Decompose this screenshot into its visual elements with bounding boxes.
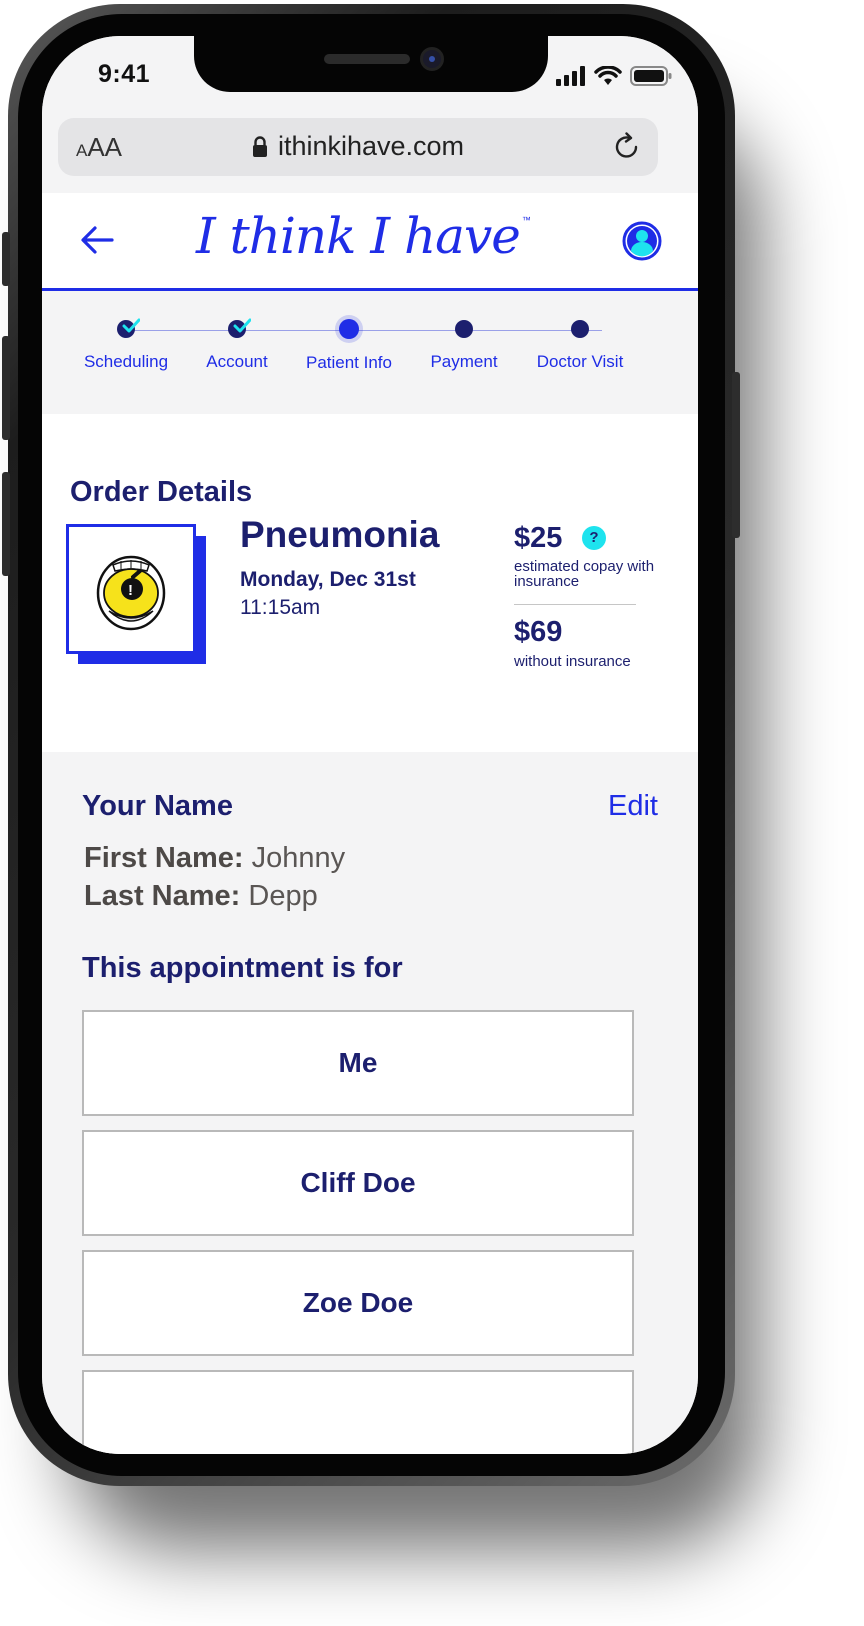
volume-down-button — [2, 472, 10, 576]
price-divider — [514, 604, 636, 605]
speaker — [324, 54, 410, 64]
uninsured-note: without insurance — [514, 653, 631, 670]
step-label: Account — [206, 352, 268, 371]
illness-name: Pneumonia — [240, 514, 440, 555]
step-dot — [455, 320, 473, 338]
status-time: 9:41 — [98, 60, 151, 88]
checkmark-icon — [233, 318, 251, 333]
browser-address-bar[interactable]: AAA ithinkihave.com — [58, 118, 658, 176]
notch — [194, 36, 548, 92]
url-display[interactable]: ithinkihave.com — [58, 131, 658, 162]
step-dot — [117, 318, 140, 338]
profile-icon[interactable] — [622, 221, 662, 261]
first-name-label: First Name: — [84, 842, 244, 874]
step-scheduling[interactable]: Scheduling — [66, 318, 186, 372]
step-dot — [228, 318, 251, 338]
step-label: Payment — [430, 352, 498, 371]
checkmark-icon — [122, 318, 140, 333]
app-header: I think I have ™ — [42, 193, 698, 291]
appointment-for-heading: This appointment is for — [82, 952, 403, 984]
copay-note: estimated copay with insurance — [514, 558, 655, 590]
step-doctor-visit[interactable]: Doctor Visit — [520, 320, 640, 372]
step-label: Patient Info — [305, 353, 392, 372]
step-dot-current — [339, 319, 359, 339]
last-name-label: Last Name: — [84, 880, 241, 912]
reload-icon[interactable] — [612, 132, 642, 162]
last-name-row: Last Name: Depp — [84, 880, 318, 913]
progress-stepper: Scheduling Account Patient Info Payment — [42, 294, 698, 414]
status-icons — [556, 66, 672, 86]
step-dot — [571, 320, 589, 338]
wifi-icon — [594, 66, 622, 85]
order-details-card: Order Details ! Pneumonia Monday, Dec 31 — [42, 414, 698, 752]
power-button — [732, 372, 740, 538]
option-partial-button[interactable] — [82, 1370, 634, 1454]
patient-info-section: Your Name Edit First Name: Johnny Last N… — [42, 752, 698, 1454]
appointment-date: Monday, Dec 31st — [240, 568, 416, 591]
svg-text:!: ! — [128, 582, 133, 599]
step-patient-info[interactable]: Patient Info — [289, 319, 409, 373]
option-zoe-doe-button[interactable]: Zoe Doe — [82, 1250, 634, 1356]
front-camera — [420, 47, 444, 71]
open-mouth-illustration-icon: ! — [96, 555, 166, 631]
url-text: ithinkihave.com — [277, 131, 465, 161]
order-details-title: Order Details — [70, 476, 253, 508]
trademark-mark: ™ — [521, 215, 531, 225]
logo-text: I think I have — [196, 207, 521, 265]
stage: 9:41 AAA ithinkihave.com I think I have … — [0, 0, 864, 1626]
copay-price: $25 — [514, 522, 563, 554]
option-me-button[interactable]: Me — [82, 1010, 634, 1116]
signal-icon — [556, 66, 585, 86]
battery-icon — [630, 66, 672, 86]
option-cliff-doe-button[interactable]: Cliff Doe — [82, 1130, 634, 1236]
lock-icon — [252, 136, 267, 157]
uninsured-price: $69 — [514, 616, 563, 648]
brand-logo[interactable]: I think I have ™ — [196, 207, 531, 271]
volume-up-button — [2, 336, 10, 440]
last-name-value: Depp — [248, 880, 318, 912]
mute-switch — [2, 232, 10, 286]
first-name-value: Johnny — [251, 842, 346, 874]
step-label: Doctor Visit — [536, 352, 624, 371]
step-account[interactable]: Account — [177, 318, 297, 372]
edit-name-link[interactable]: Edit — [608, 790, 658, 823]
your-name-heading: Your Name — [82, 790, 233, 822]
step-label: Scheduling — [83, 352, 169, 371]
help-icon[interactable]: ? — [582, 526, 606, 550]
back-arrow-icon[interactable] — [80, 225, 114, 255]
appointment-time: 11:15am — [240, 596, 321, 619]
step-payment[interactable]: Payment — [404, 320, 524, 372]
first-name-row: First Name: Johnny — [84, 842, 345, 875]
illness-thumbnail: ! — [66, 524, 196, 654]
phone-screen: 9:41 AAA ithinkihave.com I think I have … — [42, 36, 698, 1454]
